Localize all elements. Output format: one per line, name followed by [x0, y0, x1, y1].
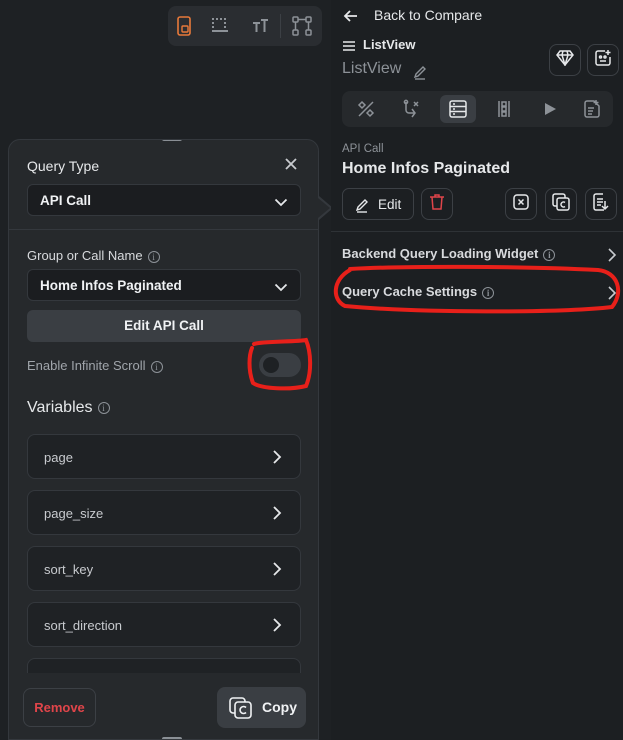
backend-query-loading-widget-label: Backend Query Loading Widget — [342, 246, 539, 261]
copy-icon — [229, 697, 253, 724]
api-call-section-label: API Call — [342, 143, 384, 155]
remove-button[interactable]: Remove — [23, 688, 96, 727]
chevron-down-icon — [274, 279, 288, 297]
text-size-icon[interactable] — [248, 14, 272, 38]
variable-name: page_size — [44, 506, 104, 521]
call-name-value: Home Infos Paginated — [40, 278, 182, 293]
variable-row[interactable]: sort_direction — [27, 602, 301, 647]
back-label: Back to Compare — [374, 7, 483, 23]
variable-row[interactable]: sort_key — [27, 546, 301, 591]
query-type-select[interactable]: API Call — [27, 184, 301, 216]
menu-icon — [343, 39, 355, 54]
edit-label: Edit — [378, 197, 402, 212]
arrow-left-icon — [343, 8, 359, 27]
canvas-toolbar — [168, 6, 322, 46]
diamond-button[interactable] — [549, 44, 581, 76]
properties-panel: Back to Compare ListView ListView API Ca… — [331, 0, 623, 740]
row-label: Query Cache Settings i — [342, 284, 495, 299]
pencil-icon — [354, 197, 370, 218]
info-icon[interactable]: i — [147, 250, 160, 263]
variable-row[interactable]: page — [27, 434, 301, 479]
layout-tab[interactable] — [486, 95, 522, 123]
panel-tabs — [342, 91, 613, 127]
delete-query-button[interactable] — [421, 188, 453, 220]
chevron-right-icon — [272, 449, 282, 470]
backend-query-loading-widget-row[interactable]: Backend Query Loading Widget i — [342, 242, 617, 266]
infinite-scroll-toggle[interactable] — [259, 353, 301, 377]
copy-button[interactable]: Copy — [217, 687, 306, 728]
document-icon — [593, 192, 609, 216]
query-docs-button[interactable] — [585, 188, 617, 220]
edit-query-button[interactable]: Edit — [342, 188, 414, 220]
group-or-call-name-label: Group or Call Name — [27, 248, 143, 263]
query-type-label: Query Type — [27, 158, 100, 174]
variable-name: page — [44, 450, 73, 465]
toggle-knob — [263, 357, 279, 373]
infinite-scroll-label-row: Enable Infinite Scroll i — [27, 358, 163, 373]
device-preview-icon[interactable] — [172, 14, 196, 38]
section-divider — [331, 231, 623, 232]
chevron-right-icon — [272, 561, 282, 582]
variables-title-row: Variables i — [27, 399, 110, 417]
actions-tab[interactable] — [394, 95, 430, 123]
variables-title: Variables — [27, 399, 93, 416]
section-divider — [9, 229, 318, 230]
edit-api-call-button[interactable]: Edit API Call — [27, 310, 301, 342]
info-icon[interactable]: i — [543, 248, 556, 261]
ai-assist-icon — [594, 49, 612, 72]
query-panel: Query Type API Call Group or Call Name i … — [8, 139, 319, 740]
chevron-right-icon — [607, 285, 617, 306]
chevron-down-icon — [274, 194, 288, 212]
trash-icon — [429, 193, 445, 216]
info-icon[interactable]: i — [150, 360, 163, 373]
grid-icon[interactable] — [208, 14, 232, 38]
variable-row[interactable]: page_size — [27, 490, 301, 535]
chevron-right-icon — [272, 617, 282, 638]
toolbar-divider — [280, 14, 281, 38]
backend-query-tab[interactable] — [440, 95, 476, 123]
widget-type-row: ListView — [343, 37, 416, 52]
widget-name-label: ListView — [342, 60, 402, 77]
row-label: Backend Query Loading Widget i — [342, 246, 556, 261]
group-label-row: Group or Call Name i — [27, 248, 160, 263]
copy-button-label: Copy — [262, 699, 297, 715]
call-name-select[interactable]: Home Infos Paginated — [27, 269, 301, 301]
panel-pointer-inner — [318, 198, 330, 218]
pencil-icon[interactable] — [412, 64, 428, 85]
chevron-right-icon — [272, 505, 282, 526]
query-type-value: API Call — [40, 193, 92, 208]
preview-tab[interactable] — [532, 95, 568, 123]
info-icon[interactable]: i — [482, 286, 495, 299]
widget-name-row[interactable]: ListView — [342, 60, 426, 80]
properties-tab[interactable] — [348, 95, 384, 123]
close-icon[interactable] — [281, 154, 301, 174]
widget-type-label: ListView — [363, 37, 416, 52]
tree-icon[interactable] — [290, 14, 314, 38]
query-cache-settings-label: Query Cache Settings — [342, 284, 478, 299]
docs-tab[interactable] — [574, 95, 610, 123]
api-call-title: Home Infos Paginated — [342, 160, 511, 177]
ai-assist-button[interactable] — [587, 44, 619, 76]
enable-infinite-scroll-label: Enable Infinite Scroll — [27, 358, 146, 373]
clear-variable-button[interactable] — [505, 188, 537, 220]
panel-footer: Remove Copy — [9, 673, 318, 739]
panel-drag-handle[interactable] — [162, 140, 182, 141]
variable-name: sort_key — [44, 562, 94, 577]
chevron-right-icon — [607, 247, 617, 268]
query-cache-settings-row[interactable]: Query Cache Settings i — [342, 280, 617, 304]
copy-query-button[interactable] — [545, 188, 577, 220]
info-icon[interactable]: i — [97, 401, 110, 414]
copy-icon — [552, 192, 570, 216]
diamond-icon — [556, 49, 574, 71]
variable-name: sort_direction — [44, 618, 123, 633]
variable-x-icon — [512, 193, 530, 216]
